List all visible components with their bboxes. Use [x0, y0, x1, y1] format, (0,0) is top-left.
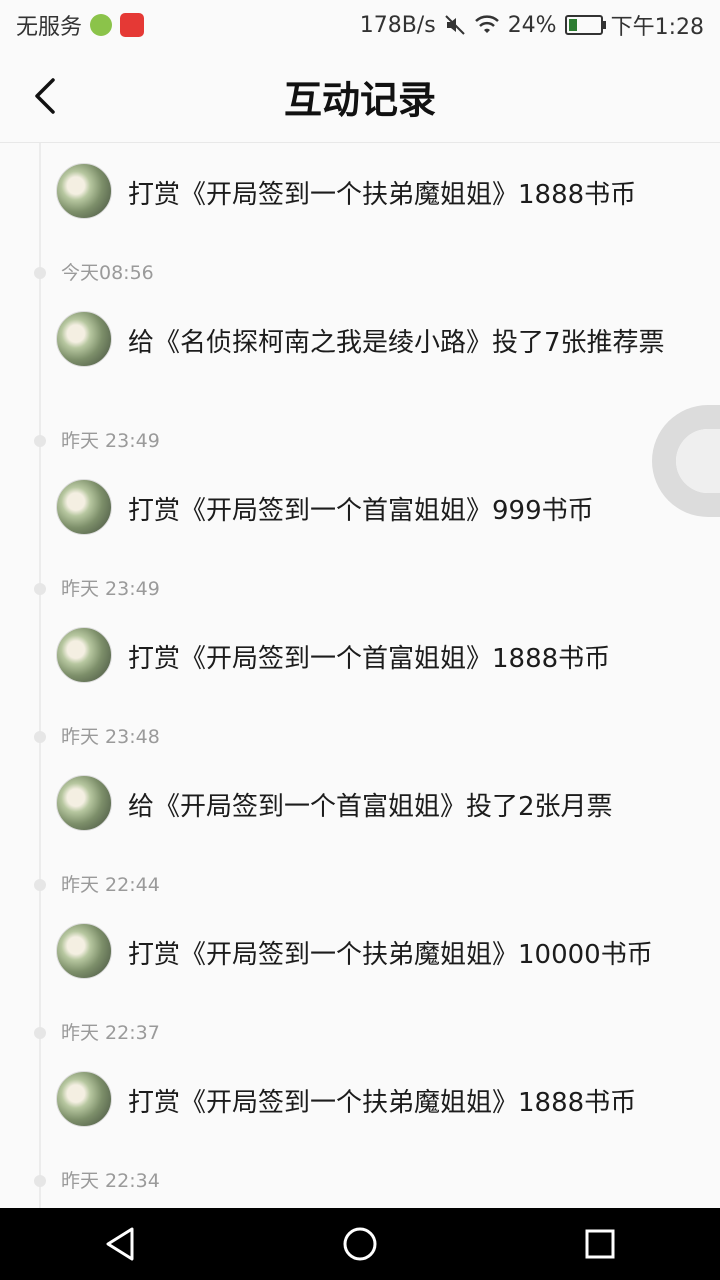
record-time: 昨天 23:49: [61, 430, 160, 452]
record-time: 昨天 22:37: [61, 1022, 160, 1044]
status-left: 无服务: [16, 9, 145, 41]
record-text: 给《名侦探柯南之我是绫小路》投了7张推荐票: [128, 328, 665, 358]
battery-percent: 24%: [507, 12, 557, 38]
record-time: 今天08:56: [61, 262, 154, 284]
timeline-line: [39, 143, 41, 1208]
record-text: 打赏《开局签到一个扶弟魔姐姐》1888书币: [128, 180, 637, 210]
timeline-dot: [34, 731, 46, 743]
avatar: [56, 1071, 112, 1127]
app-notification-icon: [90, 14, 113, 36]
net-speed: 178B/s: [359, 12, 436, 38]
battery-icon: [564, 15, 606, 35]
record-time: 昨天 23:49: [61, 578, 160, 600]
timeline-dot: [34, 1175, 46, 1187]
chevron-left-icon: [35, 78, 55, 114]
avatar: [56, 479, 112, 535]
clock: 下午1:28: [610, 15, 704, 40]
mute-icon: [444, 15, 465, 35]
avatar: [56, 311, 112, 367]
nav-back-button[interactable]: [84, 1208, 156, 1280]
record-text: 打赏《开局签到一个首富姐姐》1888书币: [128, 644, 611, 674]
avatar: [56, 627, 112, 683]
timeline-dot: [34, 267, 46, 279]
avatar: [56, 923, 112, 979]
avatar: [56, 775, 112, 831]
system-nav-bar: [0, 1208, 720, 1280]
square-recent-icon: [585, 1229, 615, 1259]
app-bar: 互动记录: [0, 50, 720, 143]
circle-home-icon: [343, 1227, 377, 1261]
record-text: 给《开局签到一个首富姐姐》投了2张月票: [128, 792, 613, 822]
timeline-dot: [34, 435, 46, 447]
record-text: 打赏《开局签到一个扶弟魔姐姐》1888书币: [128, 1088, 637, 1118]
timeline-dot: [34, 879, 46, 891]
record-time: 昨天 22:34: [61, 1170, 160, 1192]
page-title: 互动记录: [283, 76, 436, 122]
record-time: 昨天 23:48: [61, 726, 160, 748]
wifi-icon: [474, 15, 499, 33]
timeline-dot: [34, 583, 46, 595]
back-button[interactable]: [22, 70, 70, 122]
status-bar: 无服务 178B/s 24% 下午1:28: [0, 0, 720, 50]
triangle-back-icon: [106, 1227, 134, 1261]
tmall-icon: [120, 13, 145, 37]
avatar: [56, 163, 112, 219]
record-text: 打赏《开局签到一个首富姐姐》999书币: [128, 496, 594, 526]
timeline-dot: [34, 1027, 46, 1039]
carrier-label: 无服务: [16, 15, 83, 40]
interaction-timeline[interactable]: 打赏《开局签到一个扶弟魔姐姐》1888书币 今天08:56 给《名侦探柯南之我是…: [0, 143, 720, 1208]
record-time: 昨天 22:44: [61, 874, 160, 896]
record-text: 打赏《开局签到一个扶弟魔姐姐》10000书币: [128, 940, 653, 970]
status-right: 178B/s 24% 下午1:28: [360, 9, 704, 41]
nav-recent-button[interactable]: [564, 1208, 636, 1280]
nav-home-button[interactable]: [324, 1208, 396, 1280]
